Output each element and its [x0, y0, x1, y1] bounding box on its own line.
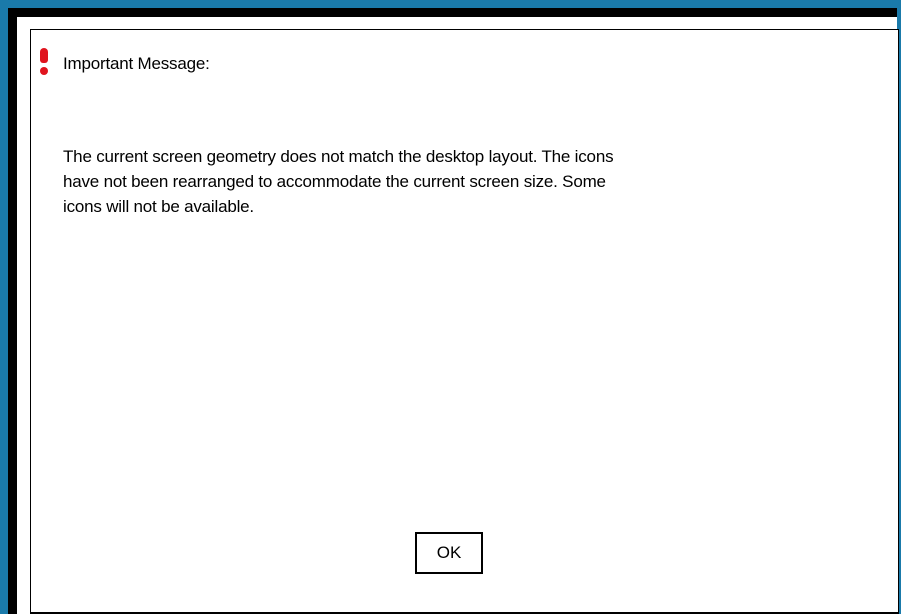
exclamation-bar — [40, 48, 48, 63]
message-line: icons will not be available. — [63, 197, 254, 216]
message-line: have not been rearranged to accommodate … — [63, 172, 606, 191]
dialog-title: Important Message: — [63, 54, 210, 73]
dialog-message: The current screen geometry does not mat… — [63, 144, 853, 219]
ok-button[interactable]: OK — [415, 532, 483, 574]
window-frame: Important Message: The current screen ge… — [0, 0, 901, 614]
message-dialog: Important Message: The current screen ge… — [17, 17, 899, 614]
dialog-content-panel — [30, 29, 899, 614]
exclamation-dot — [40, 67, 48, 75]
exclamation-icon — [39, 48, 49, 76]
message-line: The current screen geometry does not mat… — [63, 147, 614, 166]
